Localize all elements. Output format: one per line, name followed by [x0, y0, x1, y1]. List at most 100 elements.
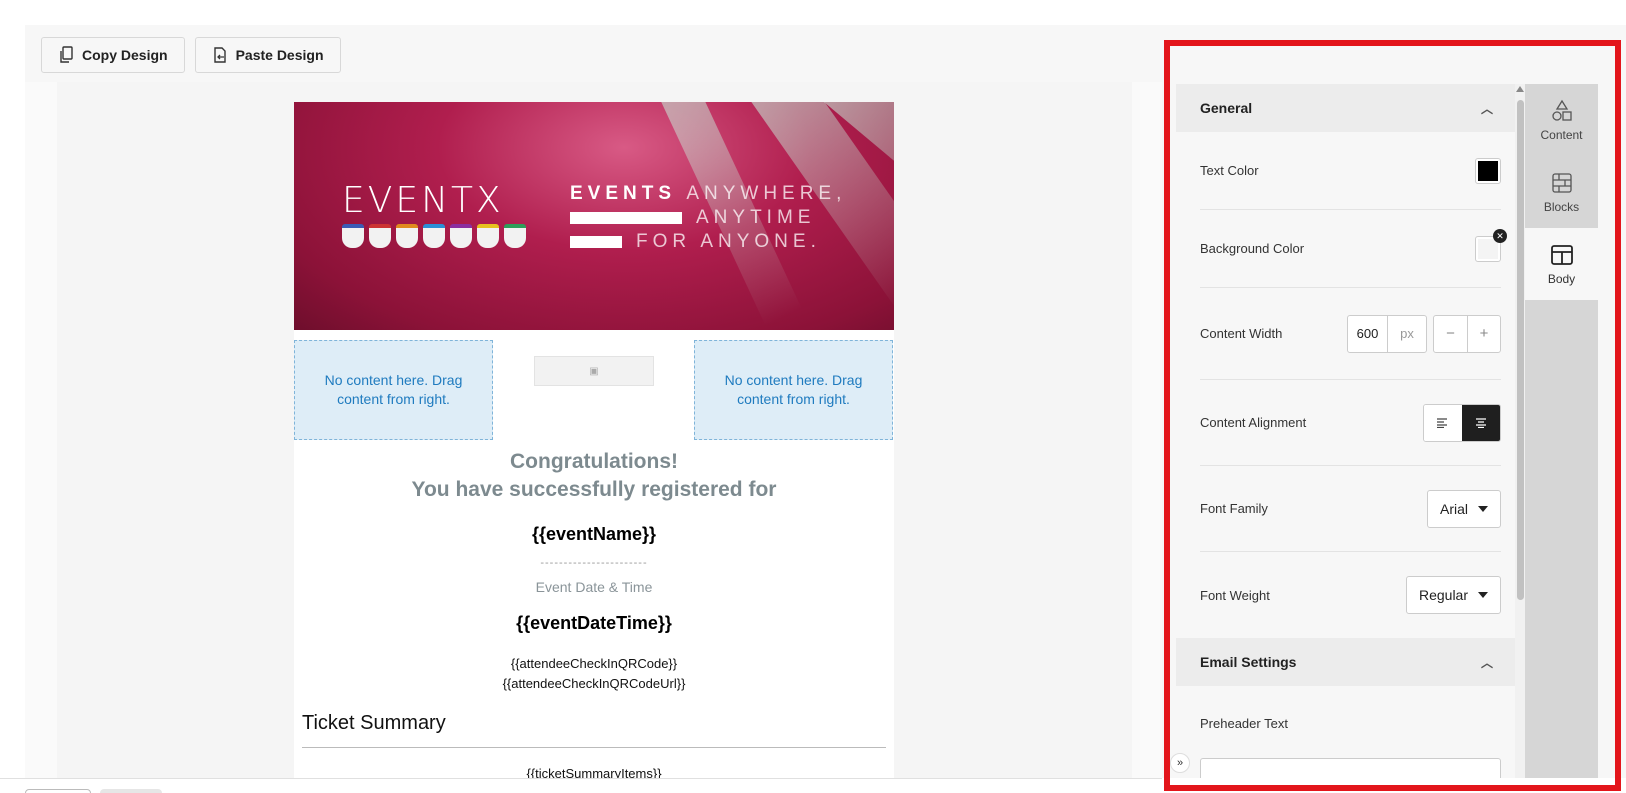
shapes-icon [1551, 99, 1572, 121]
font-family-label: Font Family [1200, 501, 1268, 516]
copy-design-button[interactable]: Copy Design [41, 37, 185, 73]
text-color-swatch[interactable] [1475, 157, 1501, 184]
bottom-bar [0, 778, 1162, 793]
event-date-label[interactable]: Event Date & Time [294, 579, 894, 595]
alignment-toggle [1423, 403, 1501, 442]
text-color-fill [1478, 160, 1498, 181]
award-badges [342, 224, 526, 248]
paste-design-button[interactable]: Paste Design [194, 37, 341, 73]
collapse-panel-icon[interactable]: » [1170, 753, 1190, 773]
side-tabs: Content Blocks Body [1525, 84, 1598, 778]
congrats-line1: Congratulations! [510, 450, 678, 473]
tagline-for-anyone: FOR ANYONE. [636, 231, 821, 252]
paste-design-label: Paste Design [235, 47, 324, 63]
email-editor-app: Copy Design Paste Design EVENTX EVENTS A… [0, 0, 1626, 793]
content-width-control: 600 px − + [1347, 314, 1501, 353]
badge-icon [504, 224, 526, 248]
email-preview[interactable]: EVENTX EVENTS ANYWHERE, ANYTIME FOR ANYO… [294, 102, 894, 778]
bottom-button[interactable] [25, 789, 91, 793]
tagline-bar [570, 235, 622, 248]
font-weight-label: Font Weight [1200, 587, 1270, 603]
tab-body-label: Body [1547, 271, 1576, 286]
empty-dropzone-right[interactable]: No content here. Drag content from right… [694, 340, 893, 440]
content-width-unit: px [1400, 326, 1414, 341]
content-alignment-label: Content Alignment [1200, 415, 1307, 430]
font-weight-select[interactable]: Regular [1405, 576, 1501, 614]
preheader-text-input[interactable] [1200, 758, 1501, 778]
content-width-input-group: 600 px [1347, 314, 1427, 353]
background-color-control: ✕ [1475, 228, 1507, 262]
tab-blocks-label: Blocks [1543, 199, 1580, 214]
text-color-label: Text Color [1200, 163, 1259, 178]
event-name-merge-tag[interactable]: {{eventName}} [294, 524, 894, 545]
three-column-row: No content here. Drag content from right… [294, 330, 894, 440]
banner-tagline: EVENTS ANYWHERE, ANYTIME FOR ANYONE. [570, 182, 846, 254]
event-date-merge-tag[interactable]: {{eventDateTime}} [294, 613, 894, 634]
font-family-select[interactable]: Arial [1426, 489, 1501, 528]
general-section-title: General [1200, 100, 1253, 116]
content-width-label: Content Width [1200, 326, 1283, 341]
align-left-button[interactable] [1424, 404, 1462, 441]
tagline-anytime: ANYTIME [696, 207, 816, 228]
tab-blocks[interactable]: Blocks [1525, 156, 1598, 228]
badge-icon [369, 224, 391, 248]
design-toolbar: Copy Design Paste Design [41, 37, 341, 73]
congrats-heading[interactable]: Congratulations! You have successfully r… [294, 448, 894, 504]
bottom-button[interactable] [100, 789, 162, 793]
font-family-row: Font Family Arial [1200, 466, 1501, 552]
clear-color-icon[interactable]: ✕ [1493, 228, 1507, 243]
body-layout-icon [1550, 244, 1573, 265]
chevron-up-icon: ︿ [1480, 101, 1493, 116]
decrement-button[interactable]: − [1434, 316, 1467, 352]
dashed-divider: ----------------------- [540, 557, 648, 569]
general-section-header[interactable]: General ︿ [1176, 84, 1515, 132]
copy-design-label: Copy Design [82, 47, 168, 63]
tagline-events: EVENTS [570, 183, 677, 204]
preheader-label: Preheader Text [1200, 716, 1288, 731]
caret-down-icon [1478, 592, 1488, 598]
image-icon: ▣ [589, 365, 599, 377]
qr-code-merge-tags[interactable]: {{attendeeCheckInQRCode}} {{attendeeChec… [294, 654, 894, 694]
badge-icon [450, 224, 472, 248]
tagline-bar [570, 211, 682, 224]
content-alignment-row: Content Alignment [1200, 380, 1501, 466]
empty-dropzone-left[interactable]: No content here. Drag content from right… [294, 340, 493, 440]
font-family-value: Arial [1439, 500, 1468, 517]
badge-icon [423, 224, 445, 248]
content-width-row: Content Width 600 px − + [1200, 288, 1501, 380]
paste-icon [213, 47, 226, 63]
text-color-row: Text Color [1200, 132, 1501, 210]
properties-panel: General ︿ Text Color Background Color ✕ … [1176, 84, 1515, 778]
qr-code-tag: {{attendeeCheckInQRCode}} [510, 656, 678, 671]
font-weight-row: Font Weight Regular [1200, 552, 1501, 638]
image-placeholder[interactable]: ▣ [534, 356, 654, 386]
content-width-stepper: − + [1433, 314, 1501, 353]
copy-icon [60, 46, 73, 63]
ticket-summary-items[interactable]: {{ticketSummaryItems}} [294, 766, 894, 778]
font-weight-value: Regular [1418, 587, 1468, 603]
eventx-logo: EVENTX [342, 180, 504, 221]
tab-body[interactable]: Body [1525, 228, 1598, 300]
qr-code-url-tag: {{attendeeCheckInQRCodeUrl}} [502, 676, 686, 691]
tab-content[interactable]: Content [1525, 84, 1598, 156]
tab-content-label: Content [1540, 127, 1583, 142]
blocks-icon [1551, 172, 1572, 193]
align-center-icon [1476, 417, 1486, 428]
email-settings-title: Email Settings [1200, 654, 1297, 670]
tagline-anywhere: ANYWHERE, [686, 183, 847, 204]
panel-scrollbar-thumb[interactable] [1517, 100, 1524, 600]
event-banner-image[interactable]: EVENTX EVENTS ANYWHERE, ANYTIME FOR ANYO… [294, 102, 894, 330]
align-left-icon [1437, 417, 1447, 428]
scroll-up-arrow-icon[interactable] [1516, 86, 1524, 92]
increment-button[interactable]: + [1467, 315, 1500, 352]
align-center-button[interactable] [1462, 404, 1500, 441]
badge-icon [477, 224, 499, 248]
ticket-summary-heading[interactable]: Ticket Summary [302, 712, 886, 748]
congrats-line2: You have successfully registered for [411, 478, 777, 501]
badge-icon [396, 224, 418, 248]
background-color-row: Background Color ✕ [1200, 210, 1507, 288]
background-color-label: Background Color [1200, 241, 1305, 256]
caret-down-icon [1478, 505, 1488, 512]
content-width-input[interactable]: 600 [1348, 315, 1388, 352]
email-settings-section-header[interactable]: Email Settings ︿ [1176, 638, 1515, 686]
